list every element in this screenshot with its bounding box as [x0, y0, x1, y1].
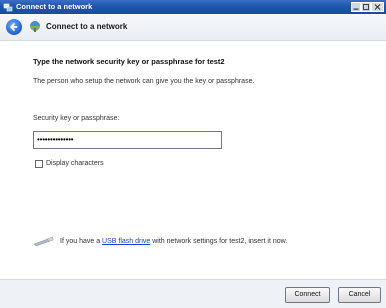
display-characters-label[interactable]: Display characters: [46, 160, 104, 167]
security-key-label: Security key or passphrase:: [33, 115, 120, 122]
network-icon: [30, 21, 40, 32]
close-icon: [374, 4, 381, 10]
header-title: Connect to a network: [46, 22, 128, 31]
description-text: The person who setup the network can giv…: [33, 78, 255, 85]
minimize-button[interactable]: [351, 2, 361, 12]
security-key-input[interactable]: ••••••••••••••: [33, 131, 222, 149]
usb-flash-drive-link[interactable]: USB flash drive: [102, 238, 150, 245]
window-title: Connect to a network: [16, 2, 93, 11]
close-button[interactable]: [371, 2, 384, 12]
usb-hint-prefix: If you have a: [60, 238, 103, 245]
maximize-icon: [363, 4, 369, 10]
usb-drive-icon: [33, 236, 54, 247]
back-arrow-icon: [10, 23, 18, 31]
usb-hint-suffix: with network settings for test2, insert …: [150, 238, 288, 245]
wizard-header: Connect to a network: [0, 14, 386, 41]
connect-button[interactable]: Connect: [285, 287, 330, 303]
button-bar: Connect Cancel: [0, 279, 386, 308]
title-bar: Connect to a network: [0, 0, 386, 14]
network-icon: [3, 3, 13, 12]
cancel-button[interactable]: Cancel: [338, 287, 381, 303]
usb-hint-text: If you have a USB flash drive with netwo…: [60, 238, 287, 245]
page-heading: Type the network security key or passphr…: [33, 57, 225, 66]
back-button[interactable]: [6, 19, 22, 35]
display-characters-checkbox[interactable]: [35, 160, 43, 168]
maximize-button[interactable]: [361, 2, 371, 12]
minimize-icon: [353, 8, 359, 10]
